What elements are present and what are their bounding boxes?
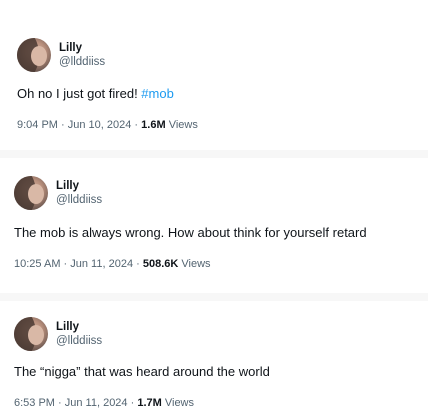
views-label: Views bbox=[181, 258, 211, 270]
tweet-3[interactable]: Lilly @llddiiss The “nigga” that was hea… bbox=[0, 301, 428, 420]
author-names: Lilly @llddiiss bbox=[56, 179, 102, 207]
views-label: Views bbox=[168, 119, 198, 131]
tweet-date[interactable]: Jun 11, 2024 bbox=[65, 397, 128, 409]
tweet-meta: 10:25 AM · Jun 11, 2024 · 508.6K Views bbox=[14, 257, 211, 271]
author-names: Lilly @llddiiss bbox=[59, 41, 105, 69]
views-count: 1.6M bbox=[141, 119, 166, 131]
meta-separator: · bbox=[54, 397, 65, 409]
hashtag-link[interactable]: #mob bbox=[141, 86, 174, 101]
meta-separator: · bbox=[57, 119, 68, 131]
user-handle[interactable]: @llddiiss bbox=[56, 193, 102, 207]
avatar[interactable] bbox=[17, 38, 51, 72]
avatar-face bbox=[28, 184, 44, 204]
display-name[interactable]: Lilly bbox=[56, 179, 102, 193]
user-handle[interactable]: @llddiiss bbox=[59, 55, 105, 69]
avatar[interactable] bbox=[14, 176, 48, 210]
display-name[interactable]: Lilly bbox=[56, 320, 102, 334]
tweet-2[interactable]: Lilly @llddiiss The mob is always wrong.… bbox=[0, 158, 428, 293]
avatar-face bbox=[31, 46, 47, 66]
meta-separator: · bbox=[127, 397, 138, 409]
tweet-text: The mob is always wrong. How about think… bbox=[14, 225, 367, 240]
meta-separator: · bbox=[131, 119, 142, 131]
meta-separator: · bbox=[133, 258, 143, 270]
tweet-date[interactable]: Jun 11, 2024 bbox=[70, 258, 133, 270]
tweet-header: Lilly @llddiiss bbox=[14, 176, 102, 210]
tweet-divider bbox=[0, 150, 428, 158]
tweet-header: Lilly @llddiiss bbox=[14, 317, 102, 351]
tweet-divider bbox=[0, 293, 428, 301]
tweet-header: Lilly @llddiiss bbox=[17, 38, 105, 72]
display-name[interactable]: Lilly bbox=[59, 41, 105, 55]
meta-separator: · bbox=[60, 258, 71, 270]
avatar[interactable] bbox=[14, 317, 48, 351]
tweet-time[interactable]: 6:53 PM bbox=[14, 397, 55, 409]
tweet-time[interactable]: 10:25 AM bbox=[14, 258, 60, 270]
tweet-screenshot-collage: Lilly @llddiiss Oh no I just got fired! … bbox=[0, 0, 428, 420]
tweet-text: Oh no I just got fired! #mob bbox=[17, 85, 174, 102]
avatar-face bbox=[28, 325, 44, 345]
tweet-body: Oh no I just got fired! bbox=[17, 86, 142, 101]
tweet-date[interactable]: Jun 10, 2024 bbox=[68, 119, 132, 131]
user-handle[interactable]: @llddiiss bbox=[56, 334, 102, 348]
views-label: Views bbox=[164, 397, 195, 409]
tweet-meta: 6:53 PM · Jun 11, 2024 · 1.7M Views bbox=[14, 396, 194, 410]
views-count: 1.7M bbox=[137, 397, 162, 409]
tweet-text: The “nigga” that was heard around the wo… bbox=[14, 364, 270, 379]
tweet-1[interactable]: Lilly @llddiiss Oh no I just got fired! … bbox=[0, 0, 428, 150]
tweet-meta: 9:04 PM · Jun 10, 2024 · 1.6M Views bbox=[17, 118, 198, 132]
views-count: 508.6K bbox=[142, 258, 179, 270]
tweet-time[interactable]: 9:04 PM bbox=[17, 119, 58, 131]
author-names: Lilly @llddiiss bbox=[56, 320, 102, 348]
